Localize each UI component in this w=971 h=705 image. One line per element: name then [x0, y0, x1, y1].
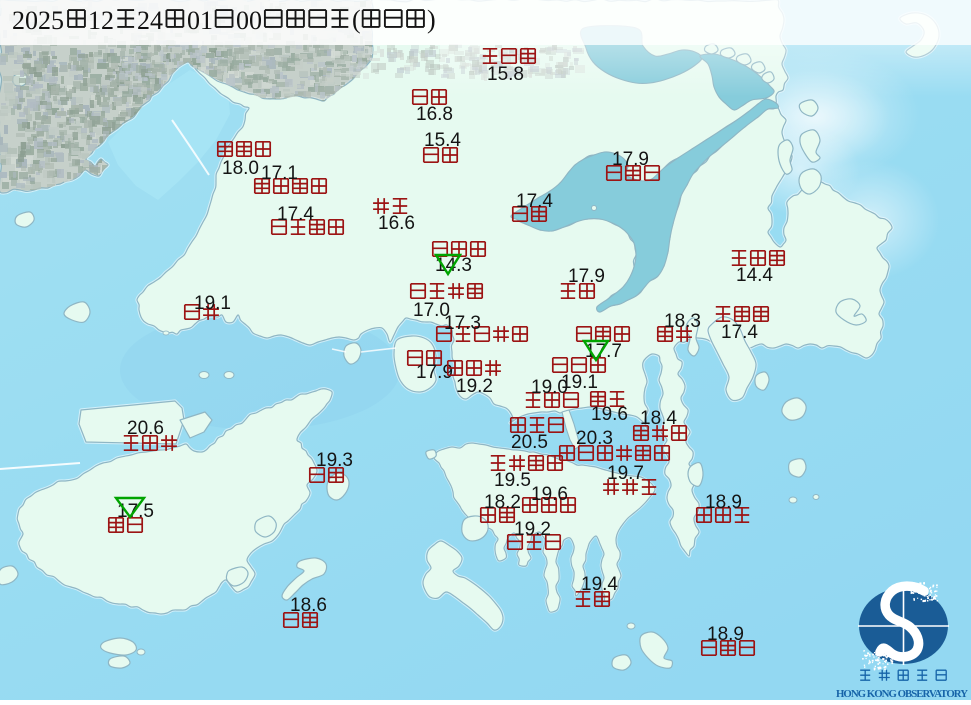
svg-text:15.8: 15.8	[487, 64, 524, 85]
svg-text:19.6: 19.6	[531, 484, 568, 505]
svg-text:19.5: 19.5	[494, 470, 531, 491]
svg-text:17.4: 17.4	[277, 204, 314, 225]
svg-text:19.3: 19.3	[316, 450, 353, 471]
svg-text:2025: 2025	[12, 6, 64, 35]
svg-text:17.4: 17.4	[516, 191, 553, 212]
svg-text:(: (	[352, 5, 361, 34]
svg-text:18.2: 18.2	[484, 492, 521, 513]
svg-text:17.1: 17.1	[261, 163, 298, 184]
svg-text:18.9: 18.9	[705, 492, 742, 513]
svg-text:19.0: 19.0	[531, 377, 568, 398]
svg-text:19.4: 19.4	[581, 574, 618, 595]
svg-text:18.3: 18.3	[664, 311, 701, 332]
svg-text:18.4: 18.4	[640, 408, 677, 429]
svg-text:20.6: 20.6	[127, 418, 164, 439]
svg-text:01: 01	[187, 6, 213, 35]
svg-text:00: 00	[236, 6, 262, 35]
svg-text:18.9: 18.9	[707, 624, 744, 645]
svg-text:17.4: 17.4	[721, 322, 758, 343]
svg-text:17.3: 17.3	[444, 313, 481, 334]
svg-text:24: 24	[137, 6, 163, 35]
svg-text:19.6: 19.6	[591, 404, 628, 425]
svg-text:20.5: 20.5	[511, 432, 548, 453]
svg-text:12: 12	[88, 6, 114, 35]
svg-text:18.0: 18.0	[222, 158, 259, 179]
svg-text:16.8: 16.8	[416, 104, 453, 125]
svg-text:20.3: 20.3	[576, 428, 613, 449]
svg-text:18.6: 18.6	[290, 595, 327, 616]
svg-text:19.2: 19.2	[514, 519, 551, 540]
svg-text:19.2: 19.2	[456, 376, 493, 397]
svg-text:16.6: 16.6	[378, 213, 415, 234]
svg-text:19.1: 19.1	[194, 293, 231, 314]
svg-text:15.4: 15.4	[424, 130, 461, 151]
svg-text:17.9: 17.9	[612, 149, 649, 170]
svg-text:14.4: 14.4	[736, 265, 773, 286]
svg-text:): )	[427, 5, 436, 34]
svg-text:19.7: 19.7	[607, 463, 644, 484]
svg-text:HONG KONG OBSERVATORY: HONG KONG OBSERVATORY	[836, 688, 968, 700]
svg-text:17.9: 17.9	[568, 266, 605, 287]
